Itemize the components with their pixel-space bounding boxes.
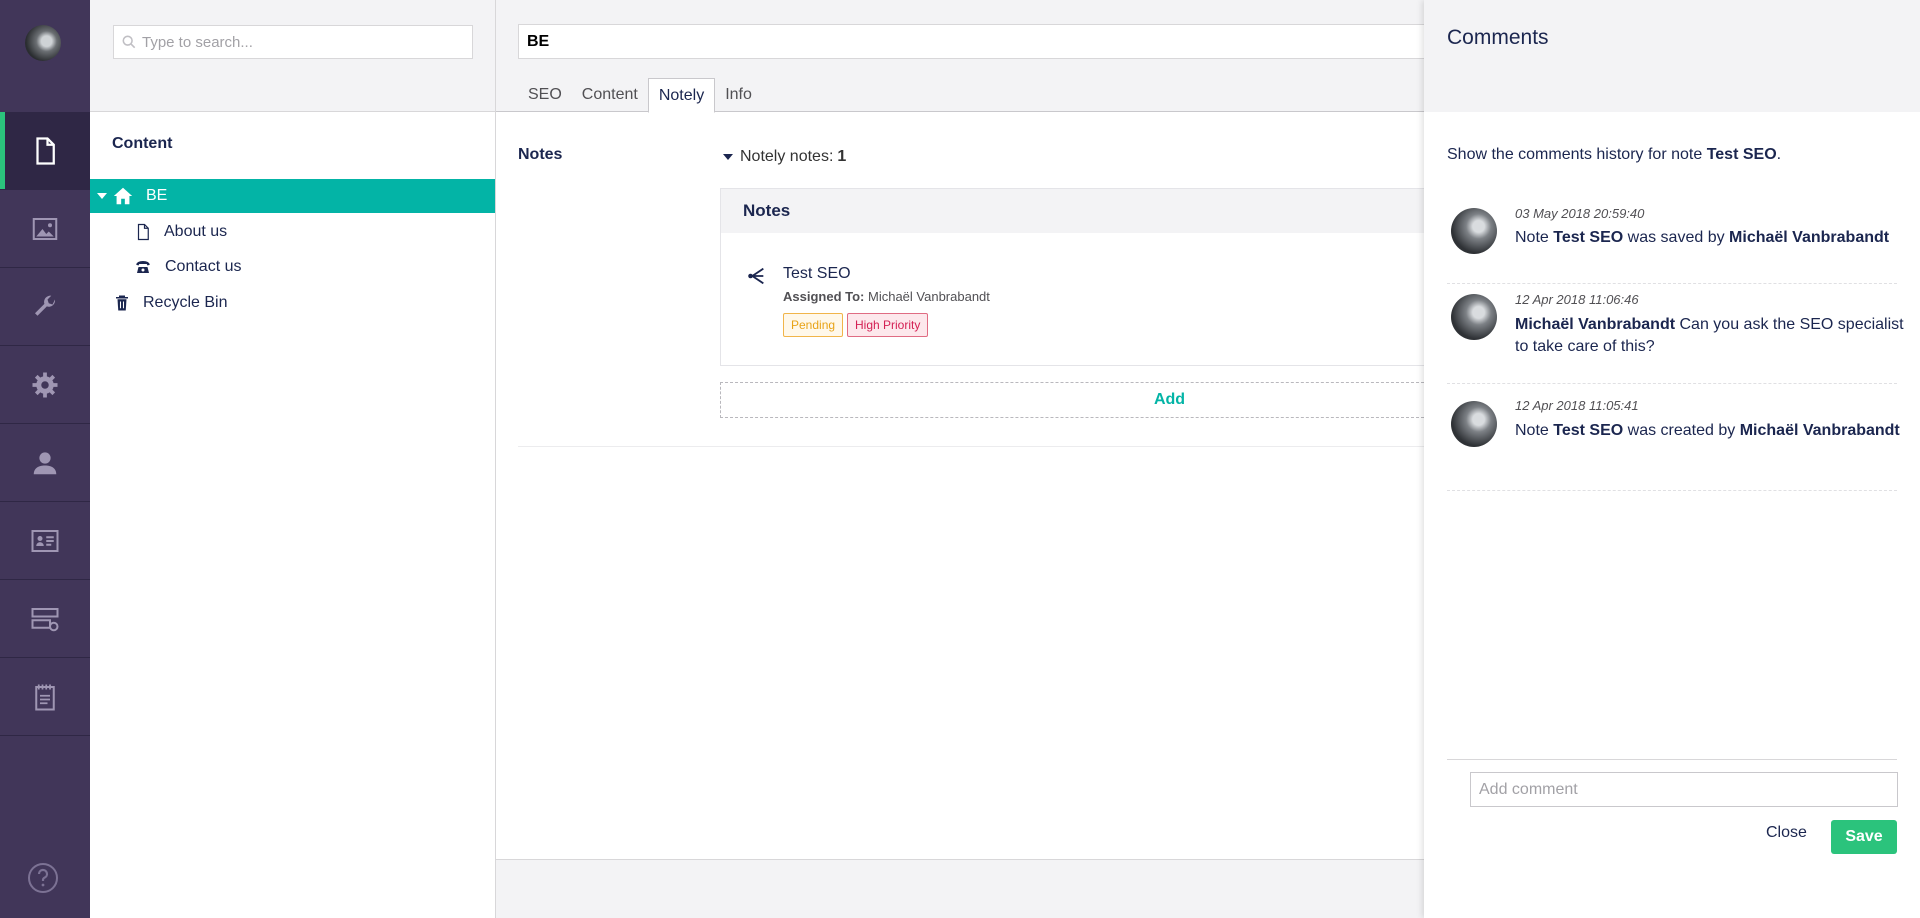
document-icon	[137, 223, 149, 241]
content-name-field[interactable]: BE	[518, 24, 1424, 59]
tree-section-title: Content	[112, 135, 173, 152]
notes-box: Notes Test SEO Assigned To: Michaël Vanb…	[720, 188, 1424, 366]
property-divider	[518, 446, 1424, 447]
tab-notely[interactable]: Notely	[647, 78, 716, 113]
tree-node-label: BE	[146, 187, 168, 204]
content-editor: BE SEO Content Notely Info Notes Notely …	[496, 0, 1424, 918]
note-branch-icon[interactable]	[745, 265, 767, 287]
comment-avatar	[1451, 401, 1497, 447]
notes-toggle[interactable]: Notely notes: 1	[722, 148, 846, 166]
content-tree-panel: Content BE About us Contact us Recycle B…	[90, 0, 496, 918]
comment-text-part: Note	[1515, 422, 1549, 439]
comment-text-bold: Test SEO	[1553, 422, 1624, 439]
caret-down-icon	[97, 193, 107, 199]
tree-node-be[interactable]: BE	[90, 179, 495, 213]
notes-toggle-label: Notely notes:	[740, 148, 834, 165]
comment-text-part: was created by	[1627, 422, 1736, 439]
editor-footer	[496, 859, 1424, 918]
comment-item: 12 Apr 2018 11:05:41 Note Test SEO was c…	[1447, 384, 1900, 491]
comments-description: Show the comments history for note Test …	[1447, 146, 1781, 164]
tab-info[interactable]: Info	[715, 78, 762, 112]
search-input[interactable]	[142, 33, 462, 51]
comment-date: 12 Apr 2018 11:05:41	[1515, 398, 1639, 413]
comments-header: Comments	[1424, 0, 1920, 112]
trash-icon	[116, 295, 128, 311]
comment-text-bold: Michaël Vanbrabandt	[1729, 229, 1890, 246]
desc-note-name: Test SEO	[1706, 146, 1777, 163]
section-forms[interactable]	[0, 580, 90, 658]
notes-clipboard-icon	[35, 684, 55, 710]
section-media[interactable]	[0, 190, 90, 268]
content-document-icon	[36, 136, 55, 165]
tree-node-recycle-bin[interactable]: Recycle Bin	[90, 286, 495, 320]
comment-item: 03 May 2018 20:59:40 Note Test SEO was s…	[1447, 198, 1897, 284]
tab-content[interactable]: Content	[572, 78, 648, 112]
section-notes[interactable]	[0, 658, 90, 736]
comment-text-part: was saved by	[1627, 229, 1725, 246]
settings-wrench-icon	[35, 295, 56, 316]
search-icon	[122, 35, 136, 49]
section-content[interactable]	[0, 112, 90, 190]
comment-text: Note Test SEO was created by Michaël Van…	[1515, 420, 1905, 442]
close-button[interactable]: Close	[1766, 824, 1807, 842]
forms-icon	[31, 607, 59, 631]
members-card-icon	[31, 529, 59, 552]
tree-header	[90, 0, 495, 112]
tree-node-label: Recycle Bin	[143, 294, 228, 311]
notes-box-title: Notes	[721, 189, 1424, 233]
editor-tabs: SEO Content Notely Info	[518, 78, 762, 113]
section-users[interactable]	[0, 424, 90, 502]
comment-date: 12 Apr 2018 11:06:46	[1515, 292, 1639, 307]
media-image-icon	[32, 217, 58, 240]
note-assigned: Assigned To: Michaël Vanbrabandt	[783, 289, 990, 304]
tree-node-label: About us	[164, 223, 228, 240]
comments-separator	[1447, 759, 1897, 760]
assigned-label: Assigned To:	[783, 289, 865, 304]
comment-avatar	[1451, 208, 1497, 254]
comment-text: Michaël Vanbrabandt Can you ask the SEO …	[1515, 314, 1905, 358]
section-members[interactable]	[0, 502, 90, 580]
desc-prefix: Show the comments history for note	[1447, 146, 1703, 163]
section-settings[interactable]	[0, 268, 90, 346]
user-avatar[interactable]	[25, 25, 61, 61]
editor-header: BE SEO Content Notely Info	[496, 0, 1424, 113]
tab-seo[interactable]: SEO	[518, 78, 572, 112]
home-icon	[113, 187, 133, 205]
comment-avatar	[1451, 294, 1497, 340]
section-developer[interactable]	[0, 346, 90, 424]
add-comment-input[interactable]	[1470, 772, 1898, 807]
assigned-user: Michaël Vanbrabandt	[868, 289, 990, 304]
section-sidebar	[0, 0, 90, 918]
comment-text: Note Test SEO was saved by Michaël Vanbr…	[1515, 227, 1905, 249]
desc-suffix: .	[1776, 146, 1782, 163]
users-person-icon	[33, 451, 57, 474]
notes-property-label: Notes	[518, 146, 563, 163]
comment-text-bold: Michaël Vanbrabandt	[1739, 422, 1900, 439]
comment-date: 03 May 2018 20:59:40	[1515, 206, 1645, 221]
caret-down-icon	[723, 154, 733, 160]
tree-node-label: Contact us	[165, 258, 242, 275]
comment-text-bold: Test SEO	[1553, 229, 1624, 246]
tree-node-about-us[interactable]: About us	[90, 215, 495, 249]
status-badge-pending: Pending	[783, 313, 844, 337]
note-title[interactable]: Test SEO	[783, 265, 851, 283]
tree-search[interactable]	[113, 25, 473, 59]
comments-overlay: Comments Show the comments history for n…	[1424, 0, 1920, 918]
comment-text-part: Note	[1515, 229, 1549, 246]
tree-node-contact-us[interactable]: Contact us	[90, 250, 495, 284]
phone-icon	[136, 261, 150, 273]
save-button[interactable]: Save	[1831, 820, 1897, 854]
comments-title: Comments	[1447, 26, 1549, 49]
notes-count: 1	[837, 148, 847, 165]
comment-text-bold: Michaël Vanbrabandt	[1515, 316, 1676, 333]
add-note-button[interactable]: Add	[720, 382, 1424, 418]
comment-item: 12 Apr 2018 11:06:46 Michaël Vanbrabandt…	[1447, 284, 1904, 384]
priority-badge-high: High Priority	[847, 313, 929, 337]
developer-gear-icon	[32, 372, 58, 397]
help-circle-icon[interactable]	[27, 862, 59, 894]
